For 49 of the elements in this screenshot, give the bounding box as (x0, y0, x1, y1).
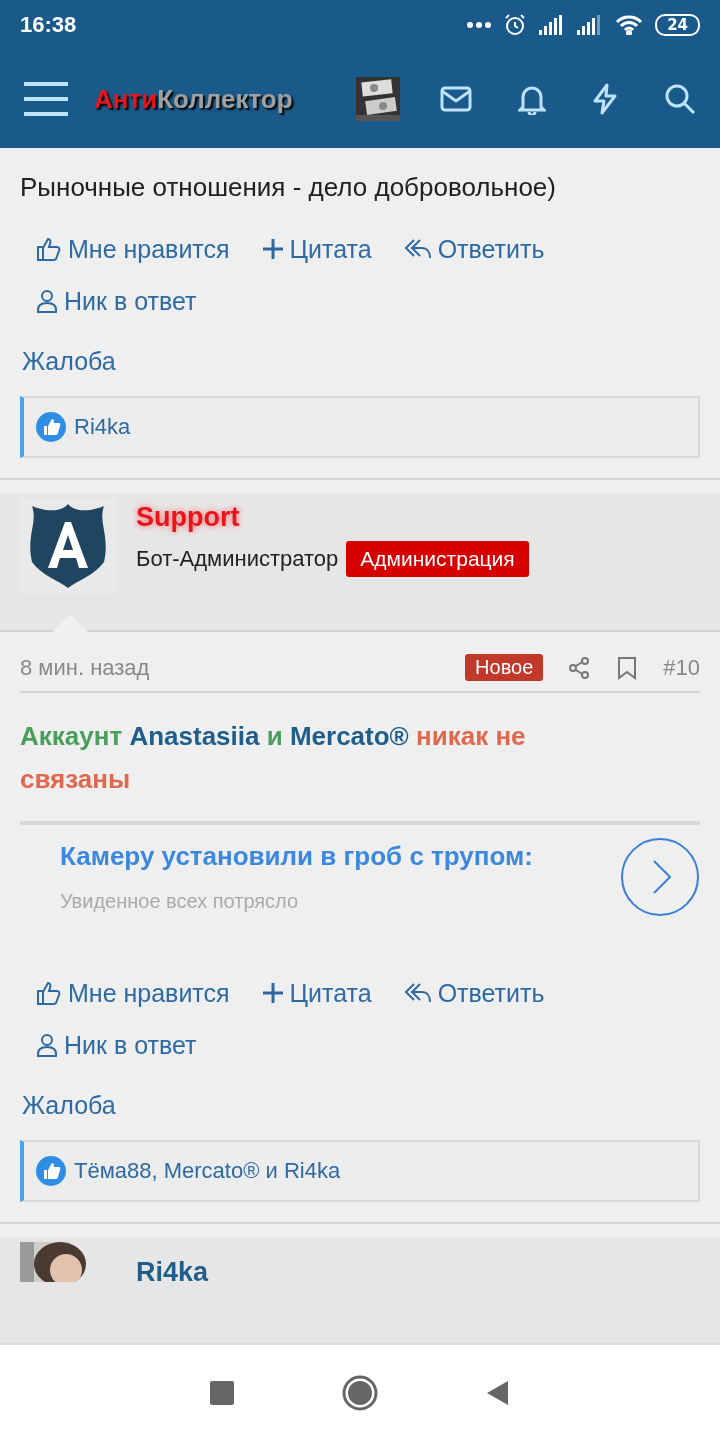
person-icon (36, 289, 58, 313)
reply-arrow-icon (403, 237, 432, 261)
lightning-icon[interactable] (592, 83, 618, 115)
logo-text[interactable]: Коллектор (157, 83, 293, 115)
post-text: Рыночные отношения - дело добровольное) (20, 172, 557, 203)
report-link[interactable]: Жалоба (22, 1091, 700, 1120)
role-badge: Администрация (346, 541, 529, 577)
home-icon[interactable] (342, 1374, 378, 1411)
reply-button[interactable]: Ответить (403, 223, 545, 275)
thumbs-up-icon (36, 236, 62, 262)
wifi-icon (615, 15, 644, 35)
nick-button[interactable]: Ник в ответ (36, 1019, 197, 1071)
ad-title[interactable]: Камеру установили в гроб с трупом: (60, 841, 533, 872)
post-text: Аккаунт Anastasiia и Mercato® никак не связаны (20, 720, 527, 796)
ad-subtitle: Увиденное всех потрясло (60, 890, 300, 913)
recents-icon[interactable] (210, 1380, 234, 1405)
menu-icon[interactable] (24, 82, 68, 116)
post-time[interactable]: 8 мин. назад (20, 654, 150, 681)
reply-button[interactable]: Ответить (403, 967, 545, 1019)
author-name[interactable]: Support (136, 502, 529, 533)
nick-button[interactable]: Ник в ответ (36, 275, 197, 327)
like-reaction-icon (36, 1156, 66, 1186)
plus-icon (261, 238, 284, 260)
mail-icon[interactable] (440, 86, 472, 112)
plus-icon (261, 982, 284, 1004)
thumbs-up-icon (36, 980, 62, 1006)
back-icon[interactable] (486, 1379, 510, 1406)
like-reaction-icon (36, 412, 66, 442)
post-number[interactable]: #10 (663, 654, 700, 681)
share-icon[interactable] (567, 655, 592, 680)
reactions-text[interactable]: Тёма88, Mercato® и Ri4ka (74, 1158, 341, 1184)
new-badge: Новое (465, 654, 544, 681)
bookmark-icon[interactable] (617, 655, 638, 680)
user-title: Бот-Администратор (136, 546, 339, 572)
chevron-right-icon[interactable] (620, 837, 700, 917)
more-dots-icon (467, 21, 492, 29)
quote-button[interactable]: Цитата (261, 223, 372, 275)
like-button[interactable]: Мне нравится (36, 223, 230, 275)
reply-arrow-icon (403, 981, 432, 1005)
clock-time: 16:38 (20, 12, 77, 38)
battery-level: 24 (655, 14, 700, 36)
quote-button[interactable]: Цитата (261, 967, 372, 1019)
reactions-text[interactable]: Ri4ka (74, 414, 131, 440)
author-name[interactable]: Ri4ka (136, 1242, 209, 1343)
report-link[interactable]: Жалоба (22, 347, 700, 376)
person-icon (36, 1033, 58, 1057)
ad-card[interactable]: Камеру установили в гроб с трупом: Увиденное всех потрясло (20, 821, 700, 947)
like-button[interactable]: Мне нравится (36, 967, 230, 1019)
search-icon[interactable] (664, 83, 696, 115)
